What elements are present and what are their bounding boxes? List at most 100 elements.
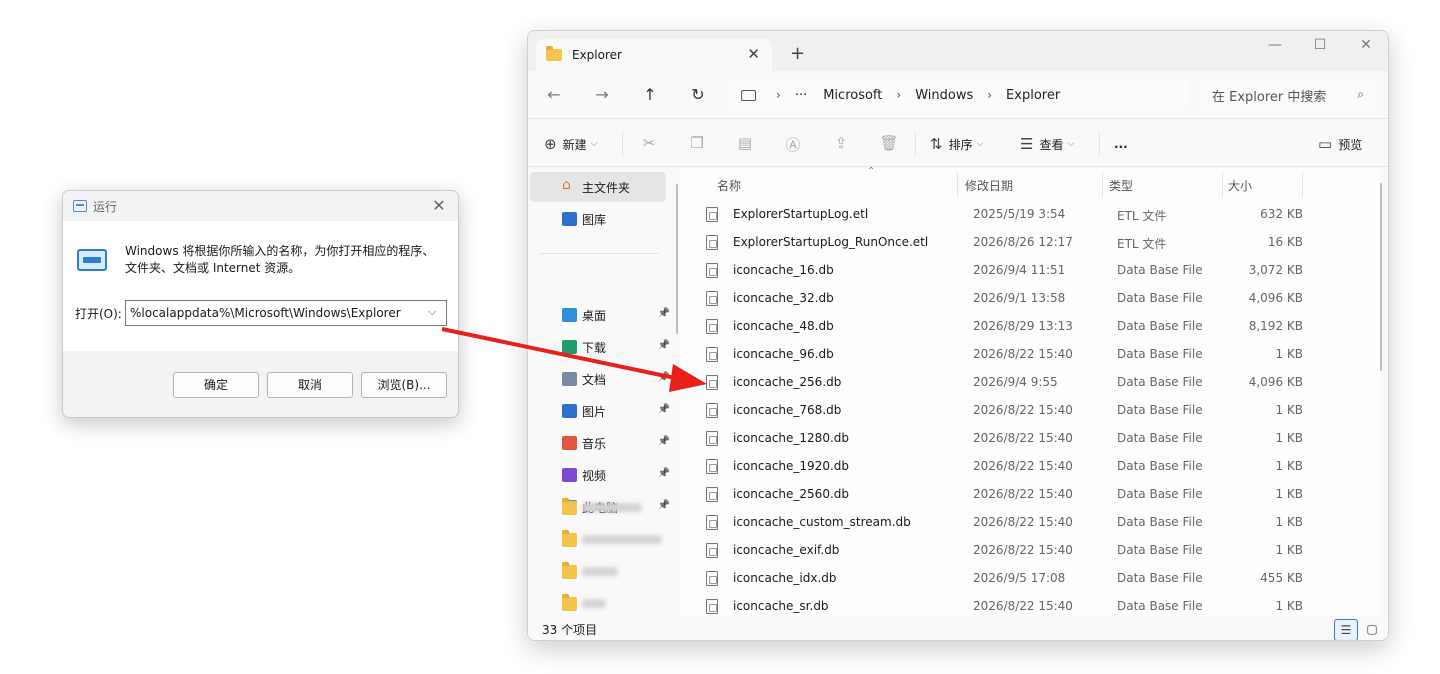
file-type: Data Base File — [1117, 459, 1203, 473]
tiles-view-icon[interactable]: ▢ — [1360, 619, 1384, 640]
sort-button[interactable]: ⇅ 排序 ⌵ — [930, 132, 983, 156]
details-view-icon[interactable]: ☰ — [1334, 619, 1358, 640]
file-size: 8,192 KB — [1248, 319, 1303, 333]
sidebar-item-folder[interactable] — [530, 492, 666, 522]
cancel-button[interactable]: 取消 — [267, 372, 353, 398]
file-list-scrollbar[interactable] — [1380, 183, 1382, 371]
search-input[interactable]: 在 Explorer 中搜索 ⌕ — [1198, 79, 1378, 111]
tab-bar: Explorer ✕ + — ☐ ✕ — [528, 31, 1388, 71]
chevron-down-icon[interactable]: ⌵ — [428, 305, 442, 321]
back-icon[interactable]: ← — [542, 83, 566, 107]
pin-icon[interactable]: 📌 — [658, 340, 670, 351]
sidebar-scrollbar[interactable] — [676, 184, 678, 334]
preview-button[interactable]: ▭ 预览 — [1318, 132, 1362, 156]
minimize-icon[interactable]: — — [1260, 37, 1290, 53]
paste-icon[interactable]: ▤ — [735, 134, 755, 154]
new-tab-icon[interactable]: + — [790, 43, 805, 64]
column-divider[interactable] — [1222, 172, 1223, 198]
breadcrumb-microsoft[interactable]: Microsoft — [823, 88, 882, 103]
sidebar-item-label: 图片 — [582, 404, 607, 419]
file-row[interactable]: iconcache_768.db 2026/8/22 15:40 Data Base… — [700, 396, 1340, 424]
file-name: iconcache_32.db — [733, 291, 834, 305]
browse-button[interactable]: 浏览(B)... — [361, 372, 447, 398]
column-divider[interactable] — [1102, 172, 1103, 198]
new-button[interactable]: ⊕ 新建 ⌵ — [544, 132, 597, 156]
ok-button[interactable]: 确定 — [173, 372, 259, 398]
forward-icon[interactable]: → — [590, 83, 614, 107]
file-icon — [706, 571, 718, 586]
file-date: 2026/8/22 15:40 — [973, 431, 1073, 445]
file-name: ExplorerStartupLog.etl — [733, 207, 869, 221]
pin-icon[interactable]: 📌 — [658, 468, 670, 479]
sidebar-item-folder[interactable] — [530, 588, 666, 618]
file-row[interactable]: iconcache_idx.db 2026/9/5 17:08 Data Base … — [700, 564, 1340, 592]
sort-label: 排序 — [948, 137, 973, 152]
close-icon[interactable]: ✕ — [430, 197, 448, 215]
sort-ascending-icon: ⌃ — [867, 166, 876, 177]
file-icon — [706, 403, 718, 418]
column-header-size[interactable]: 大小 — [1228, 172, 1252, 198]
file-date: 2026/8/29 13:13 — [973, 319, 1073, 333]
file-row[interactable]: iconcache_custom_stream.db 2026/8/22 15:4… — [700, 508, 1340, 536]
up-icon[interactable]: ↑ — [638, 83, 662, 107]
plus-circle-icon: ⊕ — [544, 135, 557, 153]
sidebar-item-music[interactable]: 音乐 📌 — [530, 428, 670, 458]
window-close-icon[interactable]: ✕ — [1351, 37, 1381, 53]
sidebar-item-folder[interactable] — [530, 524, 666, 554]
file-row[interactable]: iconcache_1920.db 2026/8/22 15:40 Data Bas… — [700, 452, 1340, 480]
column-header-type[interactable]: 类型 — [1109, 172, 1133, 198]
rename-icon[interactable]: Ⓐ — [783, 134, 803, 154]
file-row[interactable]: iconcache_32.db 2026/9/1 13:58 Data Base F… — [700, 284, 1340, 312]
search-icon[interactable]: ⌕ — [1357, 87, 1364, 102]
navigation-bar: ← → ↑ ↻ › ··· Microsoft › Windows › Expl… — [528, 71, 1388, 119]
column-header-date[interactable]: 修改日期 — [965, 172, 1013, 198]
pin-icon[interactable]: 📌 — [658, 372, 670, 383]
delete-icon[interactable]: 🗑 — [879, 134, 899, 154]
column-divider[interactable] — [957, 172, 958, 198]
file-row[interactable]: iconcache_exif.db 2026/8/22 15:40 Data Bas… — [700, 536, 1340, 564]
sidebar-item-document[interactable]: 文档 📌 — [530, 364, 670, 394]
sidebar-item-video[interactable]: 视频 📌 — [530, 460, 670, 490]
column-header-name[interactable]: 名称 ⌃ — [717, 166, 875, 198]
refresh-icon[interactable]: ↻ — [686, 83, 710, 107]
address-bar[interactable]: › ··· Microsoft › Windows › Explorer — [729, 79, 1189, 111]
file-icon — [706, 431, 718, 446]
pin-icon[interactable]: 📌 — [658, 404, 670, 415]
file-row[interactable]: iconcache_48.db 2026/8/29 13:13 Data Base … — [700, 312, 1340, 340]
column-divider[interactable] — [1302, 172, 1303, 198]
pin-icon[interactable]: 📌 — [658, 436, 670, 447]
file-icon — [706, 599, 718, 614]
folder-icon — [562, 498, 577, 515]
file-row[interactable]: iconcache_96.db 2026/8/22 15:40 Data Base … — [700, 340, 1340, 368]
sidebar-item-gallery[interactable]: 图库 — [530, 204, 666, 234]
share-icon[interactable]: ⇪ — [831, 134, 851, 154]
more-options-icon[interactable]: ... — [1114, 132, 1128, 156]
file-type: Data Base File — [1117, 319, 1203, 333]
file-row[interactable]: iconcache_1280.db 2026/8/22 15:40 Data Bas… — [700, 424, 1340, 452]
pin-icon[interactable]: 📌 — [658, 308, 670, 319]
file-row[interactable]: ExplorerStartupLog.etl 2025/5/19 3:54 ETL … — [700, 200, 1340, 228]
search-placeholder: 在 Explorer 中搜索 — [1212, 89, 1327, 105]
breadcrumb-overflow-icon[interactable]: ··· — [795, 88, 807, 103]
sidebar-item-desktop[interactable]: 桌面 📌 — [530, 300, 670, 330]
breadcrumb-windows[interactable]: Windows — [915, 88, 973, 103]
divider — [540, 253, 658, 254]
cut-icon[interactable]: ✂ — [639, 134, 659, 154]
file-row[interactable]: iconcache_16.db 2026/9/4 11:51 Data Base F… — [700, 256, 1340, 284]
file-row[interactable]: ExplorerStartupLog_RunOnce.etl 2026/8/26 … — [700, 228, 1340, 256]
sidebar-item-pictures[interactable]: 图片 📌 — [530, 396, 670, 426]
file-row[interactable]: iconcache_2560.db 2026/8/22 15:40 Data Bas… — [700, 480, 1340, 508]
file-type: ETL 文件 — [1117, 209, 1167, 223]
sidebar-item-folder[interactable] — [530, 556, 666, 586]
tab-explorer[interactable]: Explorer ✕ — [536, 39, 772, 71]
close-tab-icon[interactable]: ✕ — [747, 45, 760, 63]
sidebar-item-download[interactable]: 下载 📌 — [530, 332, 670, 362]
breadcrumb-explorer[interactable]: Explorer — [1006, 88, 1060, 103]
open-input[interactable]: %localappdata%\Microsoft\Windows\Explore… — [125, 300, 447, 326]
gallery-icon — [562, 212, 577, 226]
file-row[interactable]: iconcache_256.db 2026/9/4 9:55 Data Base F… — [700, 368, 1340, 396]
maximize-icon[interactable]: ☐ — [1305, 37, 1335, 53]
copy-icon[interactable]: ❐ — [687, 134, 707, 154]
view-button[interactable]: ☰ 查看 ⌵ — [1020, 132, 1074, 156]
sidebar-item-home[interactable]: ⌂ 主文件夹 — [530, 172, 666, 202]
